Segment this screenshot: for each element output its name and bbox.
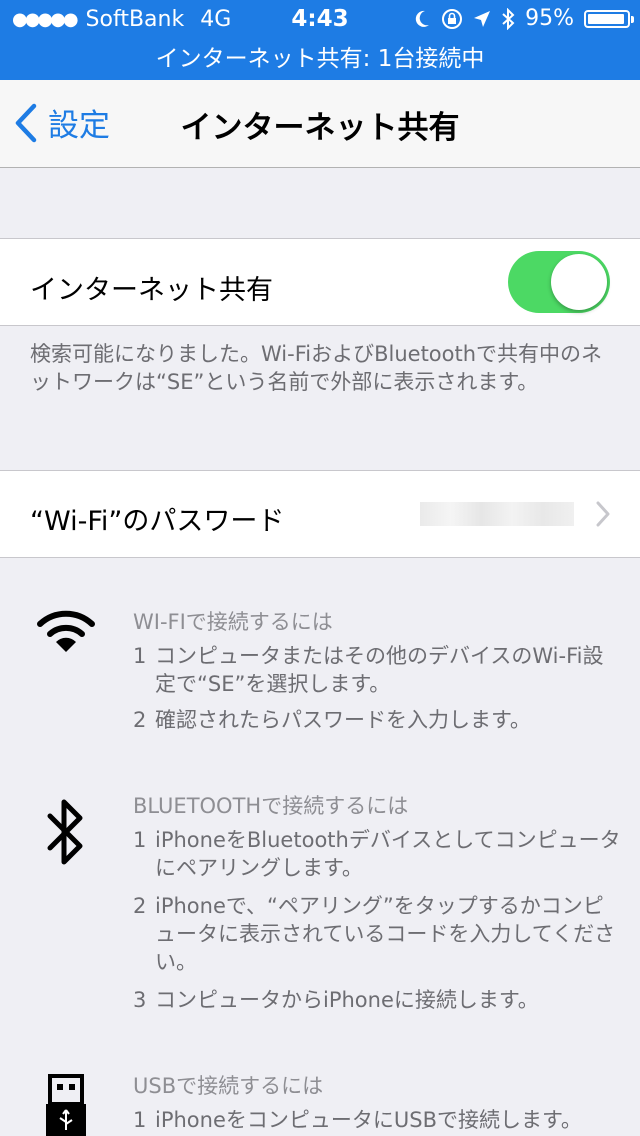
step-number: 3 bbox=[133, 988, 147, 1012]
password-value-redacted bbox=[420, 502, 574, 526]
bluetooth-status-icon bbox=[502, 7, 515, 30]
usb-plug-icon bbox=[46, 1074, 86, 1136]
usb-section-title: USBで接続するには bbox=[133, 1074, 324, 1098]
step-text: iPhoneをコンピュータにUSBで接続します。 bbox=[155, 1108, 582, 1132]
bluetooth-step-3: 3 コンピュータからiPhoneに接続します。 bbox=[133, 986, 623, 1014]
battery-percent: 95% bbox=[525, 6, 574, 31]
sharing-footer-note: 検索可能になりました。Wi-FiおよびBluetoothで共有中のネットワークは… bbox=[30, 342, 603, 394]
step-number: 2 bbox=[133, 894, 147, 918]
battery-level-fill bbox=[588, 13, 625, 24]
usb-step-1: 1 iPhoneをコンピュータにUSBで接続します。 bbox=[133, 1106, 623, 1134]
moon-icon bbox=[415, 10, 430, 27]
step-text: コンピュータまたはその他のデバイスのWi-Fi設定で“SE”を選択します。 bbox=[155, 644, 604, 696]
navigation-bar: 設定 インターネット共有 bbox=[0, 80, 640, 168]
step-number: 2 bbox=[133, 708, 147, 732]
hotspot-banner[interactable]: インターネット共有: 1台接続中 bbox=[0, 40, 640, 80]
bluetooth-section-title: BLUETOOTHで接続するには bbox=[133, 794, 409, 818]
chevron-right-icon bbox=[596, 501, 610, 527]
status-right: 95% bbox=[413, 6, 634, 31]
step-text: 確認されたらパスワードを入力します。 bbox=[155, 708, 531, 732]
step-number: 1 bbox=[133, 828, 147, 852]
step-text: iPhoneをBluetoothデバイスとしてコンピュータにペアリングします。 bbox=[155, 828, 621, 880]
status-bar: ●●●●● SoftBank 4G 4:43 95% bbox=[0, 0, 640, 40]
bluetooth-step-1: 1 iPhoneをBluetoothデバイスとしてコンピュータにペアリングします… bbox=[133, 826, 623, 882]
battery-icon bbox=[584, 9, 634, 28]
step-number: 1 bbox=[133, 1108, 147, 1132]
bluetooth-icon bbox=[47, 799, 83, 865]
wifi-icon bbox=[37, 610, 95, 652]
wifi-step-2: 2 確認されたらパスワードを入力します。 bbox=[133, 706, 623, 734]
step-number: 1 bbox=[133, 644, 147, 668]
bluetooth-step-2: 2 iPhoneで、“ペアリング”をタップするかコンピュータに表示されているコー… bbox=[133, 892, 623, 976]
wifi-password-label: “Wi-Fi”のパスワード bbox=[30, 506, 285, 537]
location-arrow-icon bbox=[474, 10, 491, 27]
wifi-password-cell[interactable]: “Wi-Fi”のパスワード bbox=[0, 470, 640, 558]
page-title: インターネット共有 bbox=[180, 110, 460, 146]
wifi-section-title: WI-FIで接続するには bbox=[133, 610, 333, 634]
wifi-step-1: 1 コンピュータまたはその他のデバイスのWi-Fi設定で“SE”を選択します。 bbox=[133, 642, 623, 698]
rotation-lock-icon bbox=[442, 8, 463, 29]
sharing-toggle-switch[interactable] bbox=[508, 251, 610, 313]
sharing-toggle-cell: インターネット共有 bbox=[0, 238, 640, 326]
sharing-toggle-label: インターネット共有 bbox=[30, 275, 273, 306]
step-text: コンピュータからiPhoneに接続します。 bbox=[155, 988, 539, 1012]
toggle-knob bbox=[551, 254, 607, 310]
step-text: iPhoneで、“ペアリング”をタップするかコンピュータに表示されているコードを… bbox=[155, 894, 616, 974]
